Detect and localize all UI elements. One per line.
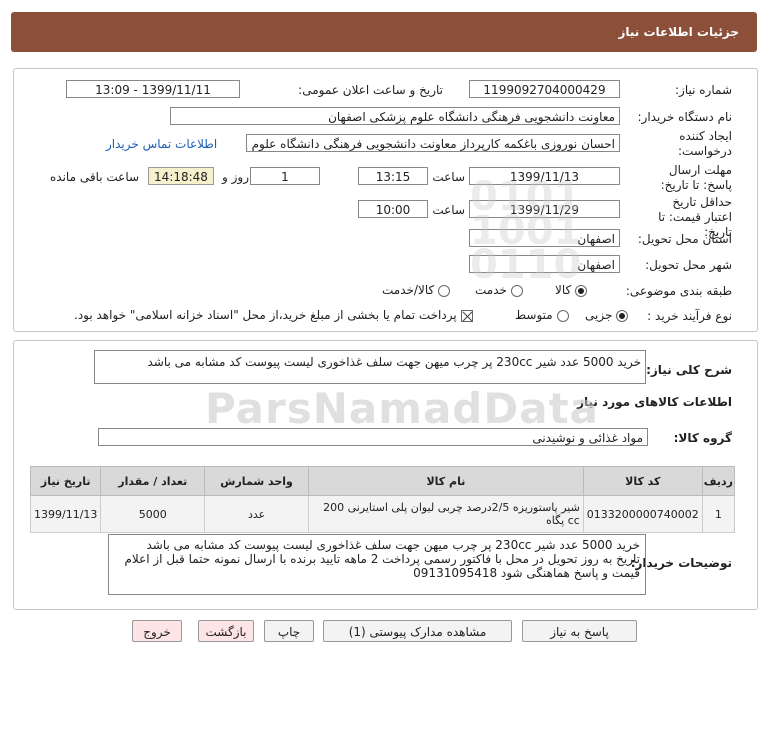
col-name: نام کالا bbox=[308, 466, 584, 496]
announce-field: 1399/11/11 - 13:09 bbox=[66, 80, 240, 98]
process-option-medium-label: متوسط bbox=[515, 308, 553, 322]
province-label: استان محل تحویل: bbox=[637, 232, 732, 246]
treasury-payment-note: پرداخت تمام یا بخشی از مبلغ خرید،از محل … bbox=[74, 308, 457, 322]
days-field: 1 bbox=[250, 167, 320, 185]
back-button[interactable]: بازگشت bbox=[198, 620, 254, 642]
cell-date: 1399/11/13 bbox=[29, 495, 102, 533]
col-unit: واحد شمارش bbox=[204, 466, 310, 496]
col-qty: تعداد / مقدار bbox=[100, 466, 206, 496]
buyer-notes-line: تاریخ به روز تحویل در محل با فاکتور رسمی… bbox=[124, 552, 640, 566]
process-label: نوع فرآیند خرید : bbox=[647, 309, 732, 323]
summary-label: شرح کلی نیاز: bbox=[646, 363, 732, 377]
category-option-both-label: کالا/خدمت bbox=[382, 283, 435, 297]
deadline-time-label: ساعت bbox=[432, 170, 465, 184]
category-label: طبقه بندی موضوعی: bbox=[625, 284, 732, 298]
creator-label: ایجاد کننده درخواست: bbox=[678, 129, 732, 158]
page-title: جزئیات اطلاعات نیاز bbox=[618, 25, 739, 39]
cell-unit: عدد bbox=[204, 495, 310, 533]
buyer-org-label: نام دستگاه خریدار: bbox=[637, 110, 733, 124]
category-option-both[interactable]: کالا/خدمت bbox=[382, 283, 451, 297]
goods-group-label: گروه کالا: bbox=[673, 431, 732, 445]
watermark-digits: 0101 1001 0110 bbox=[470, 174, 582, 288]
deadline-label: مهلت ارسال پاسخ: تا تاریخ: bbox=[660, 163, 732, 192]
need-number-label: شماره نیاز: bbox=[675, 83, 732, 97]
cell-name: شیر پاستوریزه 2/5درصد چربی لیوان پلی است… bbox=[308, 495, 584, 533]
radio-icon bbox=[556, 309, 569, 322]
cell-code: 0133200000740002 bbox=[582, 495, 703, 533]
radio-icon bbox=[438, 284, 451, 297]
checkbox-cross-icon bbox=[460, 309, 473, 322]
col-date: تاریخ نیاز bbox=[29, 466, 102, 496]
goods-section-title: اطلاعات کالاهای مورد نیاز bbox=[577, 395, 732, 409]
validity-time-label: ساعت bbox=[432, 203, 465, 217]
attachments-button[interactable]: مشاهده مدارک پیوستی (1) bbox=[323, 620, 512, 642]
page-header: جزئیات اطلاعات نیاز bbox=[11, 12, 757, 52]
col-row: ردیف bbox=[701, 466, 736, 496]
summary-box: خرید 5000 عدد شیر 230cc پر چرب میهن جهت … bbox=[94, 350, 646, 384]
city-label: شهر محل تحویل: bbox=[645, 258, 732, 272]
remaining-label: ساعت باقی مانده bbox=[50, 170, 140, 184]
radio-selected-icon bbox=[616, 309, 629, 322]
reply-button[interactable]: پاسخ به نیاز bbox=[522, 620, 637, 642]
watermark-logo: ParsNamadData bbox=[205, 384, 599, 433]
buyer-org-field: معاونت دانشجویی فرهنگی دانشگاه علوم پزشک… bbox=[170, 107, 620, 125]
table-row: 1 0133200000740002 شیر پاستوریزه 2/5درصد… bbox=[29, 495, 736, 533]
process-option-minor-label: جزیی bbox=[585, 308, 613, 322]
cell-qty: 5000 bbox=[100, 495, 206, 533]
buyer-notes-line: خرید 5000 عدد شیر 230cc پر چرب میهن جهت … bbox=[146, 538, 641, 552]
creator-field: احسان نوروزی باغکمه کارپرداز معاونت دانش… bbox=[246, 134, 620, 152]
goods-table: ردیف کد کالا نام کالا واحد شمارش تعداد /… bbox=[29, 466, 736, 533]
process-option-medium[interactable]: متوسط bbox=[515, 308, 569, 322]
need-number-field: 1199092704000429 bbox=[469, 80, 620, 98]
goods-table-wrap: ردیف کد کالا نام کالا واحد شمارش تعداد /… bbox=[29, 466, 736, 533]
buyer-contact-link[interactable]: اطلاعات تماس خریدار bbox=[106, 137, 217, 151]
cell-row: 1 bbox=[701, 495, 736, 533]
goods-table-header: ردیف کد کالا نام کالا واحد شمارش تعداد /… bbox=[29, 466, 736, 496]
deadline-time-field: 13:15 bbox=[358, 167, 428, 185]
summary-text: خرید 5000 عدد شیر 230cc پر چرب میهن جهت … bbox=[147, 355, 642, 369]
announce-label: تاریخ و ساعت اعلان عمومی: bbox=[298, 83, 443, 97]
remaining-time-field: 14:18:48 bbox=[148, 167, 214, 185]
exit-button[interactable]: خروج bbox=[132, 620, 182, 642]
process-option-minor[interactable]: جزیی bbox=[585, 308, 629, 322]
treasury-payment-checkbox[interactable]: پرداخت تمام یا بخشی از مبلغ خرید،از محل … bbox=[74, 308, 473, 322]
print-button[interactable]: چاپ bbox=[264, 620, 314, 642]
buyer-notes-box: خرید 5000 عدد شیر 230cc پر چرب میهن جهت … bbox=[108, 534, 646, 595]
buyer-notes-line: قیمت و پاسخ هماهنگی شود 09131095418 bbox=[413, 566, 640, 580]
days-label: روز و bbox=[222, 170, 249, 184]
validity-time-field: 10:00 bbox=[358, 200, 428, 218]
col-code: کد کالا bbox=[582, 466, 703, 496]
